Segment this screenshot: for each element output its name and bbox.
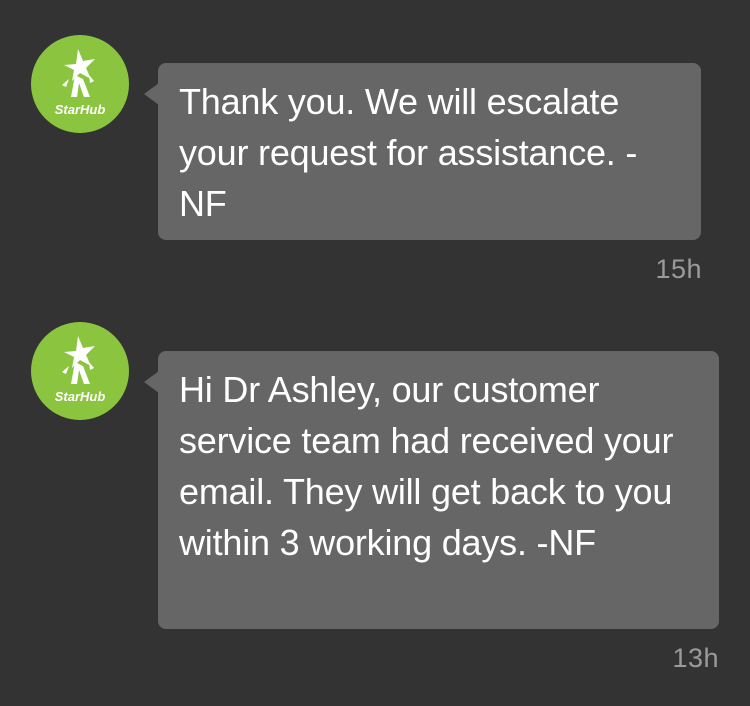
- bubble-tail: [144, 371, 159, 393]
- message-timestamp: 13h: [672, 643, 719, 673]
- starhub-logo-icon: StarHub: [55, 49, 106, 117]
- sender-avatar[interactable]: StarHub: [31, 35, 129, 133]
- starhub-logo-icon: StarHub: [55, 336, 106, 404]
- svg-text:StarHub: StarHub: [55, 102, 106, 117]
- message-text: Thank you. We will escalate your request…: [179, 81, 638, 224]
- message-timestamp: 15h: [655, 254, 702, 284]
- svg-text:StarHub: StarHub: [55, 389, 106, 404]
- sender-avatar[interactable]: StarHub: [31, 322, 129, 420]
- bubble-tail: [144, 83, 159, 105]
- message-thread: StarHub Thank you. We will escalate your…: [0, 0, 750, 706]
- message-bubble[interactable]: Thank you. We will escalate your request…: [144, 63, 701, 240]
- message-text: Hi Dr Ashley, our customer service team …: [179, 369, 674, 563]
- message-bubble[interactable]: Hi Dr Ashley, our customer service team …: [144, 351, 719, 629]
